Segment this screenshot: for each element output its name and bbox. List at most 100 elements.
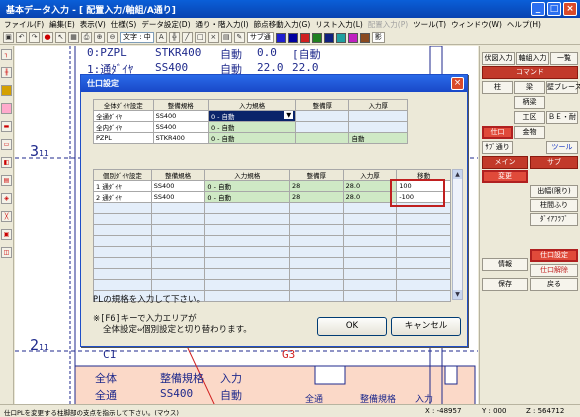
menu-node[interactable]: 節点移動入力(G) [254, 19, 311, 30]
beam-button[interactable]: 梁 [514, 81, 545, 94]
column-button[interactable]: 柱 [482, 81, 513, 94]
cross-icon[interactable]: × [207, 32, 219, 43]
cell[interactable] [348, 110, 408, 122]
empty-row[interactable] [93, 279, 451, 291]
menu-window[interactable]: ウィンドウ(W) [451, 19, 502, 30]
close-window-button[interactable]: × [563, 2, 577, 16]
color-green[interactable] [311, 32, 322, 43]
cell[interactable]: STKR400 [152, 132, 209, 144]
cell[interactable]: 28 [289, 191, 344, 203]
save-button[interactable]: 保存 [482, 278, 528, 291]
color-red[interactable] [299, 32, 310, 43]
cell[interactable]: 0 - 自動 [204, 191, 290, 203]
cell[interactable]: 28.0 [342, 191, 398, 203]
frame-input-button[interactable]: 軸組入力 [516, 52, 549, 65]
tool-8-icon[interactable]: ▤ [1, 175, 12, 186]
menu-file[interactable]: ファイル(F) [4, 19, 44, 30]
tool-6-icon[interactable]: ▭ [1, 139, 12, 150]
list-button[interactable]: 一覧 [550, 52, 578, 65]
cell[interactable] [348, 121, 408, 133]
pick-icon[interactable]: ↖ [55, 32, 66, 43]
snap-icon[interactable]: ╬ [168, 32, 180, 43]
pen-icon[interactable]: ✎ [233, 32, 245, 43]
sub-button-2[interactable]: 柱間ふり [530, 199, 578, 212]
tool-3-icon[interactable] [1, 85, 12, 96]
color-navy[interactable] [287, 32, 298, 43]
scroll-down-icon[interactable]: ▼ [453, 290, 462, 299]
fill-icon[interactable]: ▤ [220, 32, 232, 43]
tool-button[interactable]: ツール [546, 141, 578, 154]
cancel-button[interactable]: キャンセル [391, 317, 461, 336]
brace-button[interactable]: 壁ブレース [546, 81, 580, 94]
table-row[interactable]: 全内ﾀﾞｲﾔ SS400 0 - 自動 [93, 121, 408, 133]
tool-5-icon[interactable]: ▬ [1, 121, 12, 132]
cell[interactable]: SS400 [152, 110, 209, 122]
info-button[interactable]: 情報 [482, 258, 528, 271]
cell[interactable]: 自動 [348, 132, 408, 144]
shadow-label[interactable]: 影 [371, 32, 385, 43]
layer-label[interactable]: サブ通 [246, 32, 274, 43]
sub-button-1[interactable]: 出幅(限り) [530, 185, 578, 198]
tool-11-icon[interactable]: ▣ [1, 229, 12, 240]
color-teal[interactable] [335, 32, 346, 43]
sub-button-3[interactable]: ﾀﾞｲｱﾌﾗﾌﾞ [530, 213, 578, 226]
color-darkblue[interactable] [323, 32, 334, 43]
cell[interactable]: 0 - 自動 [204, 180, 290, 192]
cell[interactable]: SS400 [152, 121, 209, 133]
be-button[interactable]: ＢＥ・耐 [546, 111, 578, 124]
tie-beam-button[interactable]: 柄梁 [514, 96, 545, 109]
cell[interactable]: 全内ﾀﾞｲﾔ [93, 121, 154, 133]
empty-row[interactable] [93, 213, 451, 225]
empty-row[interactable] [93, 246, 451, 258]
menu-list[interactable]: リスト入力(L) [315, 19, 363, 30]
color-blue[interactable] [275, 32, 286, 43]
tool-9-icon[interactable]: ◈ [1, 193, 12, 204]
plan-input-button[interactable]: 伏図入力 [482, 52, 515, 65]
dialog-close-icon[interactable]: × [451, 77, 464, 90]
cell[interactable] [295, 110, 350, 122]
line-icon[interactable]: ╱ [181, 32, 193, 43]
cell[interactable]: SS400 [150, 180, 206, 192]
zoom-in-icon[interactable]: ⊕ [94, 32, 105, 43]
redo-icon[interactable]: ↷ [29, 32, 40, 43]
tool-12-icon[interactable]: ◫ [1, 247, 12, 258]
table-row[interactable]: PZPL STKR400 0 - 自動 自動 [93, 132, 408, 144]
text-size-select[interactable]: 文字 : 中 [120, 32, 154, 43]
cell[interactable]: 2 通ﾀﾞｲﾔ [93, 191, 152, 203]
tool-10-icon[interactable]: ╳ [1, 211, 12, 222]
cell[interactable]: SS400 [150, 191, 206, 203]
cell[interactable] [295, 132, 350, 144]
shiguchi-release-button[interactable]: 仕口解除 [530, 264, 578, 277]
menu-place[interactable]: 配置入力(P) [368, 19, 408, 30]
change-button[interactable]: 変更 [482, 170, 528, 183]
zoom-out-icon[interactable]: ⊖ [107, 32, 118, 43]
cell[interactable]: 0 - 自動 [207, 132, 297, 144]
cell[interactable]: 全通ﾀﾞｲﾔ [93, 110, 154, 122]
tool-7-icon[interactable]: ◧ [1, 157, 12, 168]
tool-4-icon[interactable] [1, 103, 12, 114]
menu-view[interactable]: 表示(V) [80, 19, 106, 30]
tool-1-icon[interactable]: ┐ [1, 49, 12, 60]
menu-help[interactable]: ヘルプ(H) [507, 19, 541, 30]
empty-row[interactable] [93, 257, 451, 269]
ok-button[interactable]: OK [317, 317, 387, 336]
shiguchi-set-button[interactable]: 仕口設定 [530, 249, 578, 262]
sub-grid-button[interactable]: ｻﾌﾞ通り [482, 141, 513, 154]
input-spec-dropdown[interactable]: 0 - 自動 ▼ [207, 110, 297, 122]
work-zone-button[interactable]: 工区 [514, 111, 545, 124]
cell[interactable] [295, 121, 350, 133]
print-icon[interactable]: ⎙ [81, 32, 92, 43]
table-row[interactable]: 全通ﾀﾞｲﾔ SS400 0 - 自動 ▼ [93, 110, 408, 122]
menu-edit[interactable]: 編集(E) [49, 19, 75, 30]
chevron-down-icon[interactable]: ▼ [284, 111, 294, 119]
font-icon[interactable]: A [155, 32, 167, 43]
shiguchi-button[interactable]: 仕口 [482, 126, 513, 139]
back-button[interactable]: 戻る [530, 278, 578, 291]
scroll-up-icon[interactable]: ▲ [453, 170, 462, 179]
color-brown[interactable] [359, 32, 370, 43]
cell[interactable]: 28 [289, 180, 344, 192]
color-magenta[interactable] [347, 32, 358, 43]
cell[interactable]: 1 通ﾀﾞｲﾔ [93, 180, 152, 192]
empty-row[interactable] [93, 224, 451, 236]
cell[interactable]: 0 - 自動 [207, 121, 297, 133]
